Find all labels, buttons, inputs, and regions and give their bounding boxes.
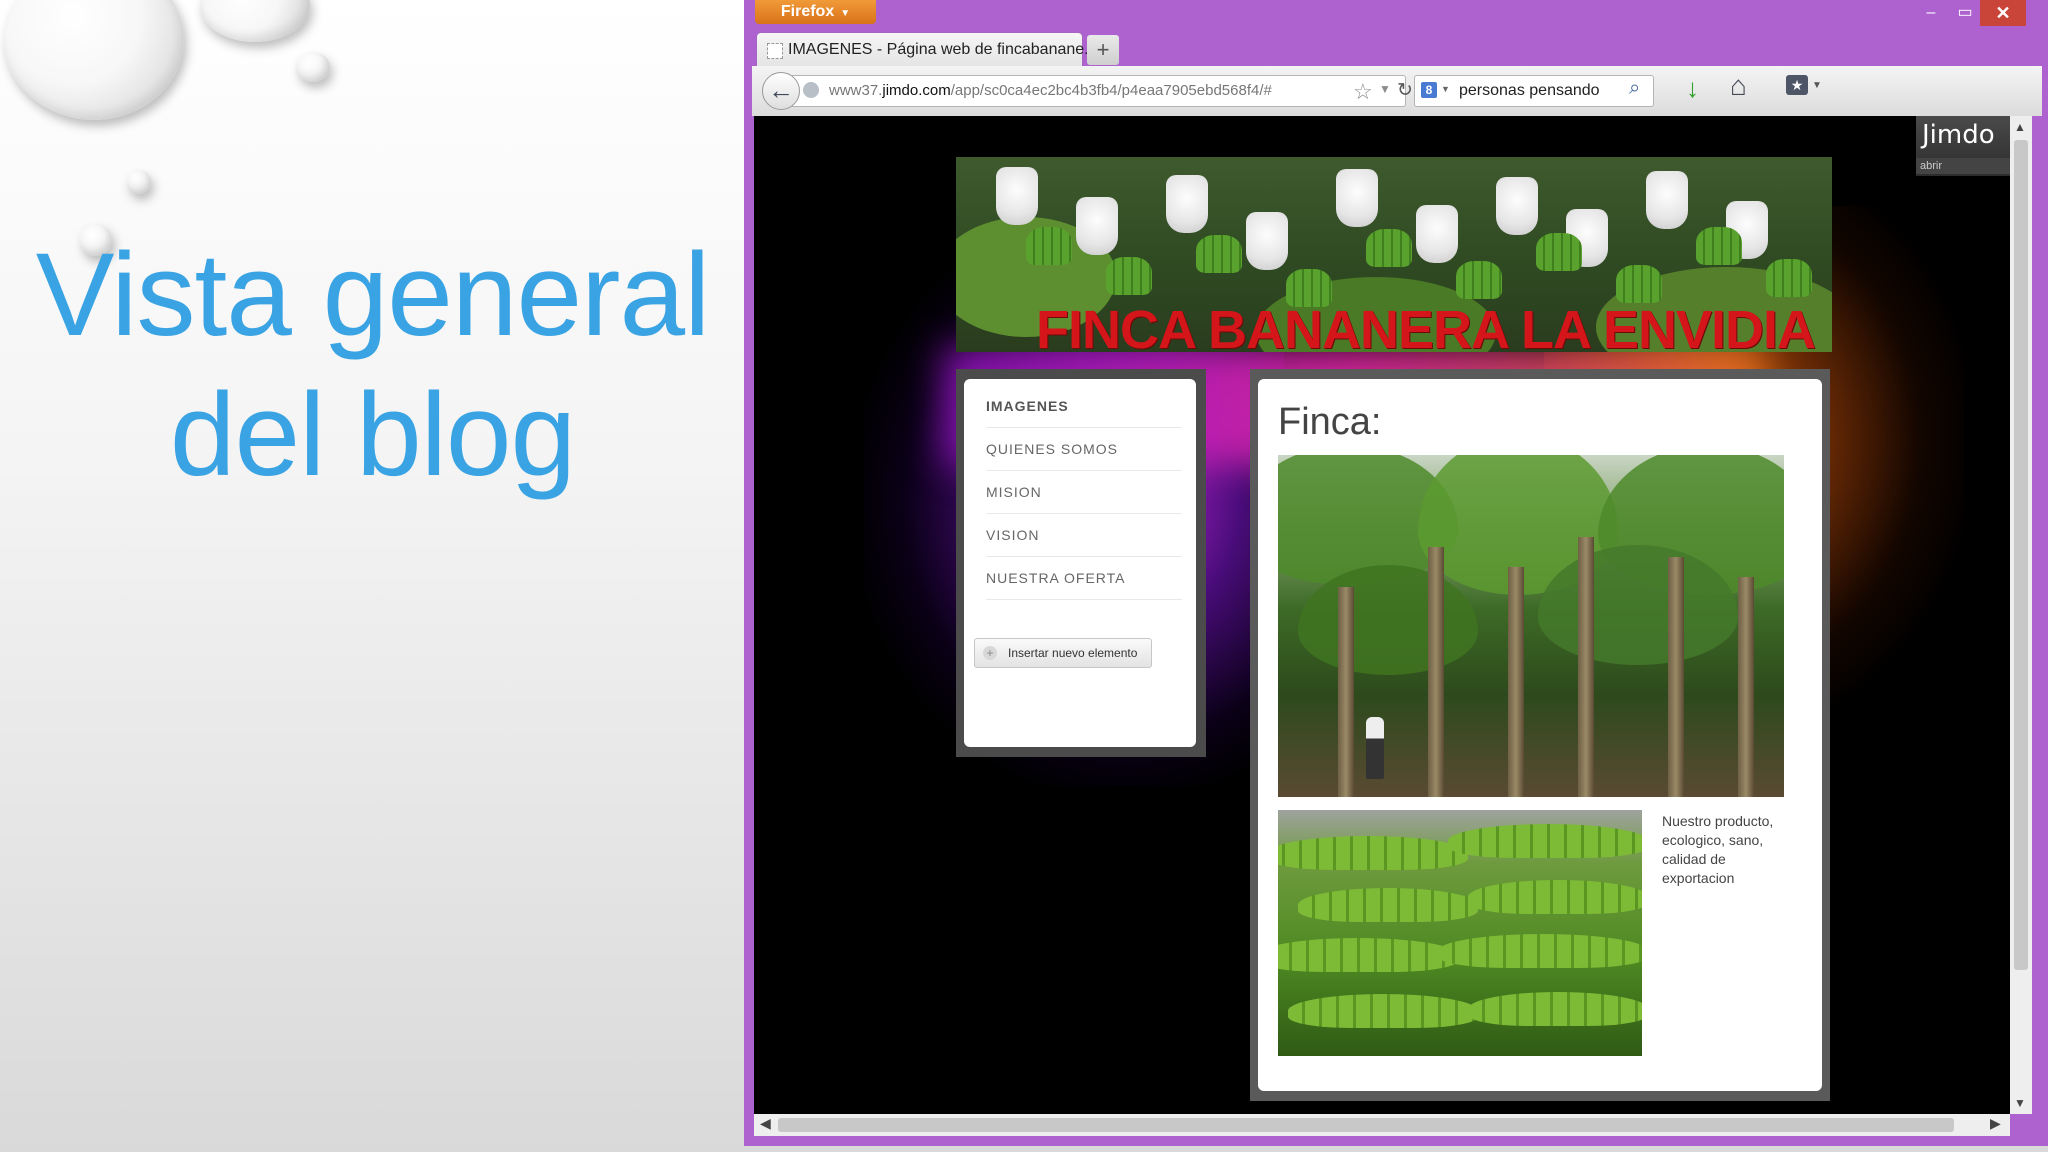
horizontal-scrollbar[interactable]: ◀ ▶ <box>754 1114 2010 1136</box>
search-input[interactable]: personas pensando <box>1459 82 1600 100</box>
minimize-button[interactable]: – <box>1912 0 1950 26</box>
water-drop <box>296 52 330 82</box>
search-bar[interactable]: 8 ▼ personas pensando ⌕ <box>1414 75 1654 107</box>
horizontal-scroll-thumb[interactable] <box>778 1118 1954 1132</box>
product-caption: Nuestro producto, ecologico, sano, calid… <box>1662 813 1774 886</box>
navigation-toolbar: www37.jimdo.com/app/sc0ca4ec2bc4b3fb4/p4… <box>752 66 2042 116</box>
browser-tab[interactable]: IMAGENES - Página web de fincabanane... <box>757 33 1098 67</box>
nav-item-vision[interactable]: VISION <box>986 514 1182 557</box>
slide-title-line1: Vista general <box>35 229 711 361</box>
nav-item-imagenes[interactable]: IMAGENES <box>986 385 1182 428</box>
banana-bunches-photo[interactable] <box>1278 810 1642 1056</box>
close-window-button[interactable]: ✕ <box>1980 0 2026 26</box>
sidebar-navigation-panel: IMAGENES QUIENES SOMOS MISION VISION NUE… <box>964 379 1196 747</box>
url-text: www37.jimdo.com/app/sc0ca4ec2bc4b3fb4/p4… <box>829 82 1272 99</box>
banana-plantation-photo[interactable] <box>1278 455 1784 797</box>
water-drop <box>127 170 151 194</box>
scroll-up-icon[interactable]: ▲ <box>2014 120 2026 134</box>
back-button[interactable]: ← <box>762 72 800 110</box>
download-icon[interactable]: ↓ <box>1686 73 1699 104</box>
vertical-scrollbar[interactable]: ▲ ▼ <box>2010 116 2032 1114</box>
nav-item-mision[interactable]: MISION <box>986 471 1182 514</box>
jimdo-logo: Jimdo <box>1922 120 1995 150</box>
slide-title: Vista general del blog <box>0 225 745 505</box>
chevron-down-icon[interactable]: ▼ <box>1812 80 1822 91</box>
slide-title-line2: del blog <box>169 369 576 501</box>
scroll-right-icon[interactable]: ▶ <box>1990 1115 2001 1132</box>
globe-icon <box>803 82 819 98</box>
nav-item-quienes-somos[interactable]: QUIENES SOMOS <box>986 428 1182 471</box>
insert-element-label: Insertar nuevo elemento <box>1008 646 1138 660</box>
page-favicon-icon <box>767 43 783 59</box>
tab-title: IMAGENES - Página web de fincabanane... <box>788 41 1098 58</box>
bookmarks-icon[interactable]: ★ <box>1786 75 1808 95</box>
jimdo-open-button[interactable]: abrir <box>1916 158 2010 174</box>
url-bar[interactable]: www37.jimdo.com/app/sc0ca4ec2bc4b3fb4/p4… <box>792 75 1413 107</box>
jimdo-panel[interactable]: Jimdo abrir <box>1916 116 2010 176</box>
google-search-engine-icon[interactable]: 8 <box>1421 82 1437 98</box>
bookmark-star-icon[interactable]: ☆ <box>1353 79 1373 105</box>
search-engine-dropdown-icon[interactable]: ▼ <box>1441 84 1450 94</box>
worker-figure <box>1366 717 1384 779</box>
jimdo-open-label: abrir <box>1920 160 1943 172</box>
firefox-menu-button[interactable]: Firefox ▼ <box>755 0 876 24</box>
search-icon[interactable]: ⌕ <box>1629 77 1640 100</box>
plus-icon: + <box>983 646 997 660</box>
new-tab-button[interactable]: + <box>1087 35 1119 65</box>
sidebar-navigation: IMAGENES QUIENES SOMOS MISION VISION NUE… <box>956 369 1206 757</box>
history-dropdown-icon[interactable]: ▼ <box>1379 82 1391 96</box>
insert-element-button[interactable]: + Insertar nuevo elemento <box>974 638 1152 668</box>
vertical-scroll-thumb[interactable] <box>2014 140 2028 970</box>
site-header-title: FINCA BANANERA LA ENVIDIA <box>1036 300 1816 352</box>
content-title: Finca: <box>1278 401 1382 443</box>
scroll-left-icon[interactable]: ◀ <box>760 1115 771 1132</box>
firefox-menu-label: Firefox <box>780 3 835 20</box>
maximize-button[interactable]: ▭ <box>1946 0 1984 26</box>
scroll-down-icon[interactable]: ▼ <box>2014 1096 2026 1110</box>
content-area: Finca: Nuestro producto, ecologico, sano… <box>1250 369 1830 1101</box>
page-viewport: FINCA BANANERA LA ENVIDIA Jimdo abrir IM… <box>754 116 2010 1114</box>
firefox-window: Firefox ▼ – ▭ ✕ IMAGENES - Página web de … <box>744 0 2048 1146</box>
header-banner-image: FINCA BANANERA LA ENVIDIA <box>956 157 1832 352</box>
reload-icon[interactable]: ↻ <box>1397 79 1413 102</box>
content-panel: Finca: Nuestro producto, ecologico, sano… <box>1258 379 1822 1091</box>
chevron-down-icon: ▼ <box>840 8 851 19</box>
nav-item-nuestra-oferta[interactable]: NUESTRA OFERTA <box>986 557 1182 600</box>
home-icon[interactable]: ⌂ <box>1730 70 1747 102</box>
